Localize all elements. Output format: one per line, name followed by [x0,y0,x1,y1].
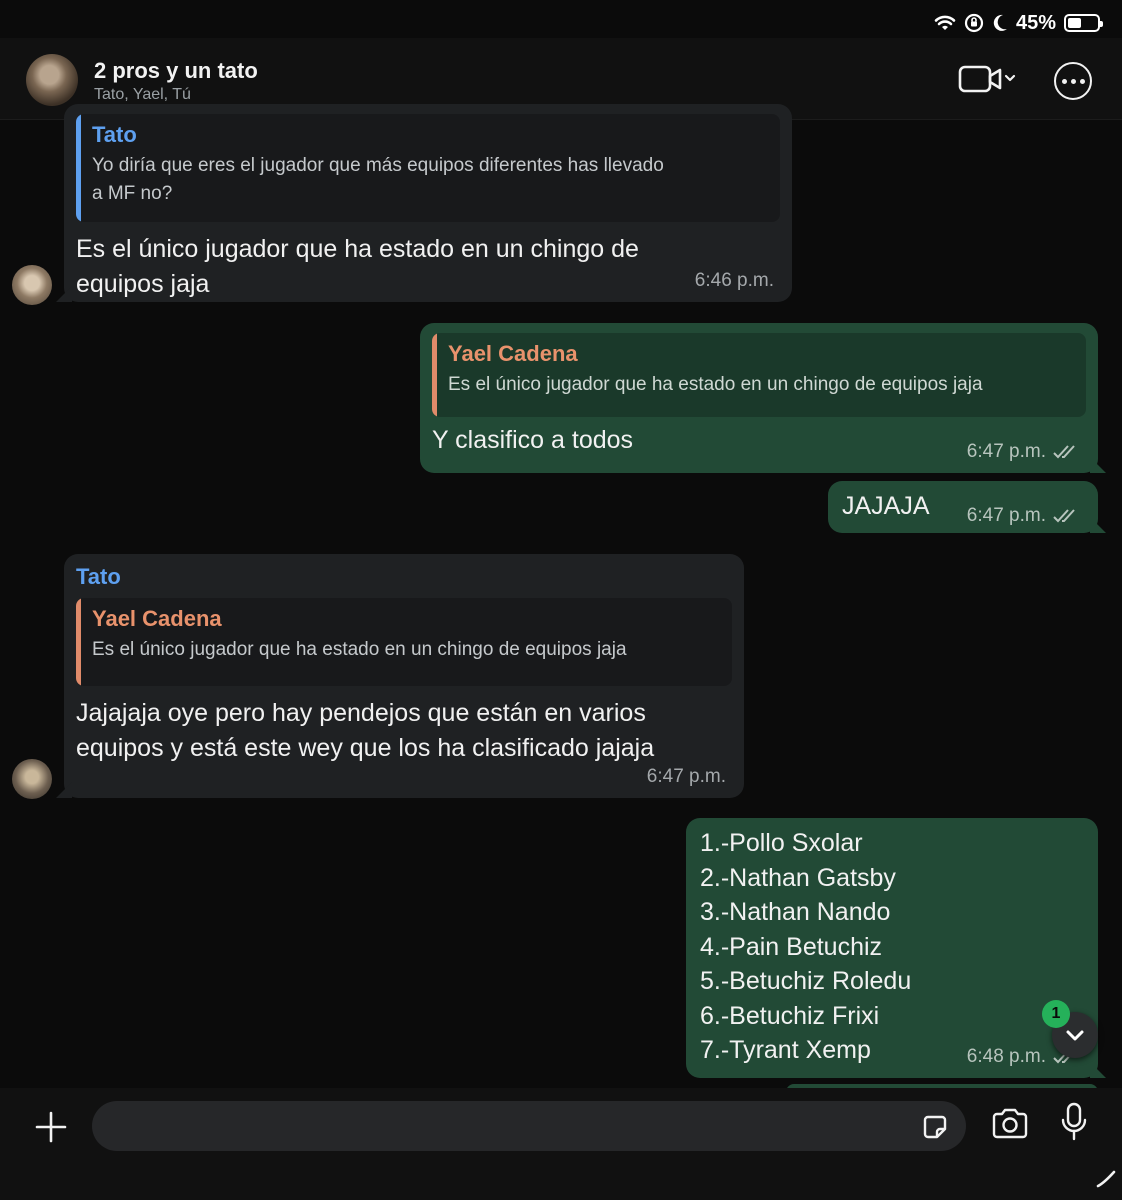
unread-count-badge: 1 [1042,1000,1070,1028]
more-options-button[interactable] [1054,62,1092,100]
dot-icon [1061,78,1067,84]
sender-avatar[interactable] [12,265,52,305]
quoted-sender: Tato [92,122,137,147]
message-input[interactable] [92,1101,966,1151]
video-camera-icon [958,65,1016,93]
list-line: 3.-Nathan Nando [700,898,891,926]
quoted-message[interactable]: Yael Cadena Es el único jugador que ha e… [76,598,732,686]
message-time: 6:46 p.m. [694,270,774,291]
chevron-down-icon [1066,1030,1084,1041]
dot-icon [1070,78,1076,84]
message-time: 6:47 p.m. [967,441,1080,463]
video-call-button[interactable] [958,64,1018,94]
quoted-message[interactable]: Yael Cadena Es el único jugador que ha e… [432,333,1086,417]
camera-button[interactable] [990,1108,1030,1145]
quoted-text-line: Yo diría que eres el jugador que más equ… [92,155,664,176]
quoted-text: Es el único jugador que ha estado en un … [448,374,983,395]
microphone-button[interactable] [1060,1102,1088,1147]
message-text-line: equipos jaja [76,270,210,298]
message-text-line: Es el único jugador que ha estado en un … [76,235,639,263]
list-line: 6.-Betuchiz Frixi [700,1001,880,1030]
message-bubble-incoming[interactable]: Tato Yael Cadena Es el único jugador que… [64,554,744,798]
wifi-icon [934,15,956,30]
list-line: 1.-Pollo Sxolar [700,829,863,857]
moon-icon [993,14,1007,31]
quoted-text-line: a MF no? [92,183,173,204]
battery-icon [1064,14,1103,32]
dot-icon [1079,78,1085,84]
sender-name[interactable]: Tato [76,564,732,590]
camera-icon [992,1108,1028,1139]
message-text-line: Jajajaja oye pero hay pendejos que están… [76,699,646,727]
group-avatar[interactable] [26,54,78,106]
attach-button[interactable] [34,1110,68,1144]
plus-icon [35,1111,67,1143]
orientation-lock-icon [964,13,984,33]
message-time: 6:47 p.m. [646,766,726,787]
double-check-icon [1053,509,1075,523]
compose-bar [0,1088,1122,1200]
sticker-icon [923,1115,947,1139]
sender-avatar[interactable] [12,759,52,799]
message-bubble-outgoing[interactable]: Yael Cadena Es el único jugador que ha e… [420,323,1098,473]
message-text-line: equipos y está este wey que los ha clasi… [76,734,655,762]
microphone-icon [1061,1102,1087,1141]
quoted-text: Es el único jugador que ha estado en un … [92,639,627,660]
status-bar: 45% [934,8,1103,38]
message-time: 6:47 p.m. [967,505,1080,527]
pencil-icon[interactable] [1096,1168,1116,1193]
battery-percent: 45% [1015,11,1056,34]
message-bubble-incoming[interactable]: Tato Yo diría que eres el jugador que má… [64,104,792,302]
list-line: 4.-Pain Betuchiz [700,932,883,961]
list-line: 5.-Betuchiz Roledu [700,967,912,995]
quoted-sender: Yael Cadena [92,606,222,631]
sticker-button[interactable] [920,1112,950,1147]
chat-members[interactable]: Tato, Yael, Tú [94,86,191,104]
message-bubble-outgoing[interactable]: JAJAJA 6:47 p.m. [828,481,1098,533]
scribble-icon [1096,1170,1116,1188]
quoted-message[interactable]: Tato Yo diría que eres el jugador que má… [76,114,780,222]
quoted-sender: Yael Cadena [448,341,578,366]
message-bubble-outgoing[interactable]: 1.-Pollo Sxolar 2.-Nathan Gatsby 3.-Nath… [686,818,1098,1078]
chat-title[interactable]: 2 pros y un tato [94,58,258,84]
list-line: 2.-Nathan Gatsby [700,863,896,892]
double-check-icon [1053,445,1075,459]
